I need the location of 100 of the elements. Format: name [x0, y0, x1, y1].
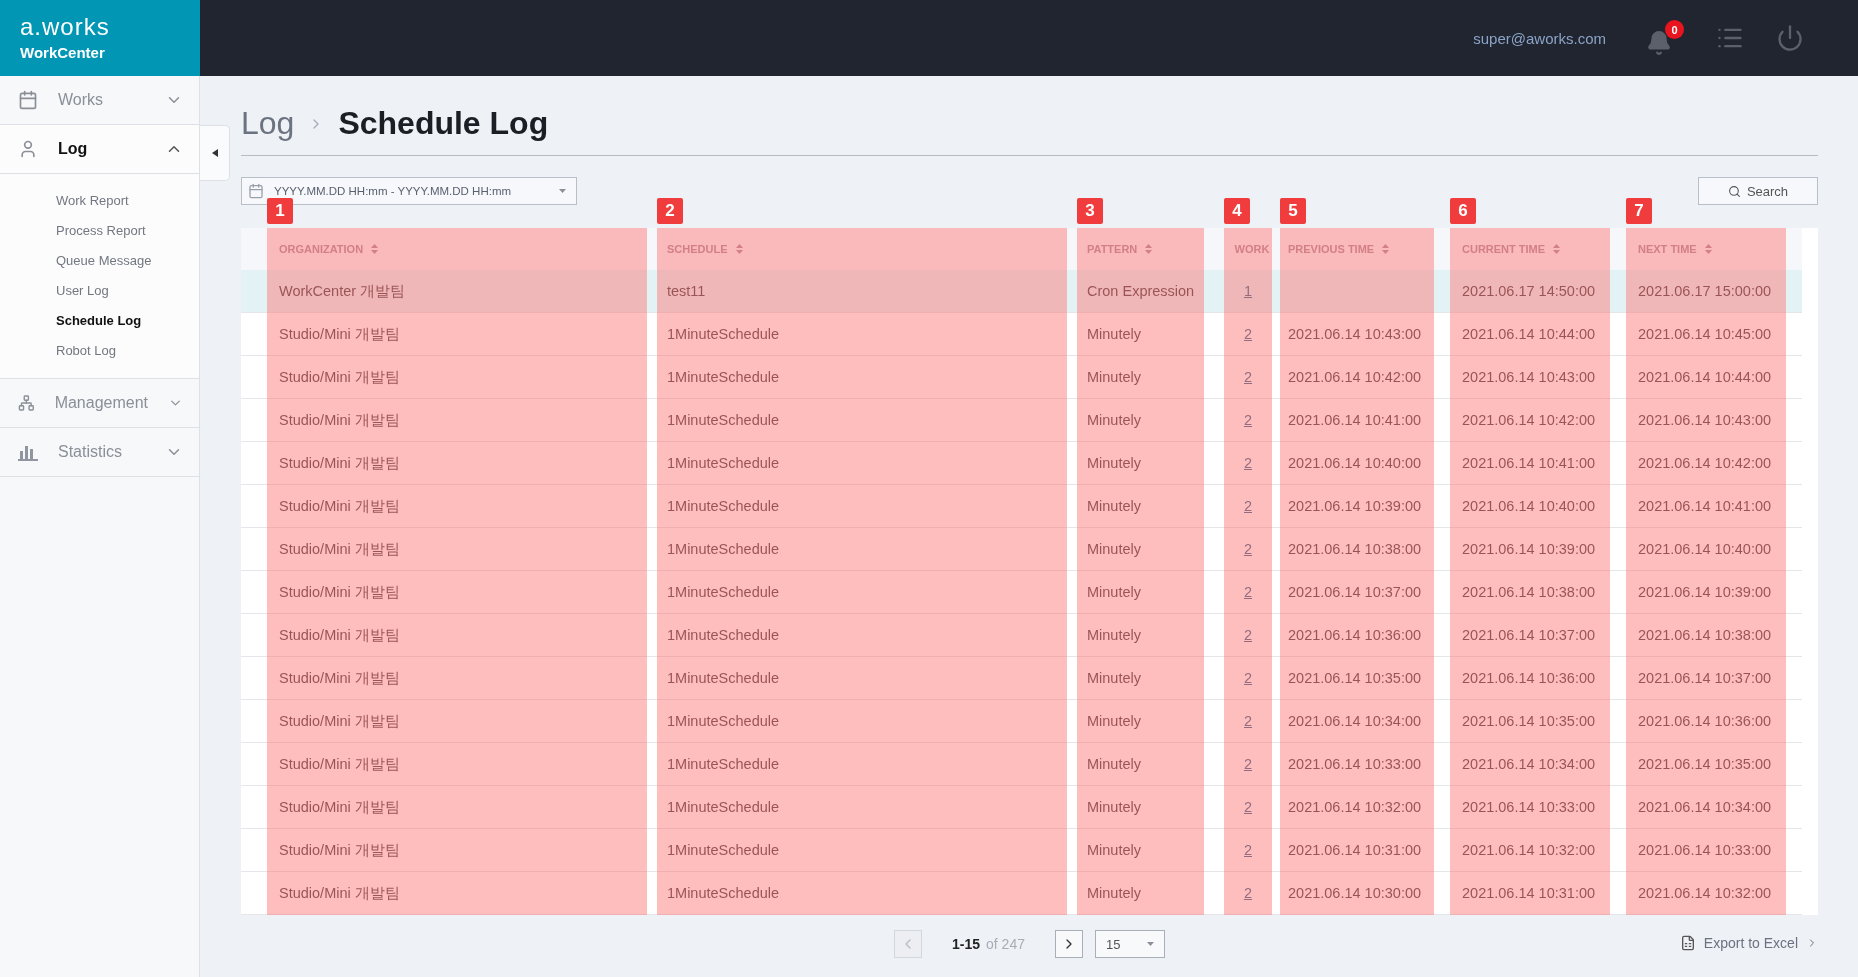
work-link[interactable]: 2 [1243, 541, 1253, 557]
user-email[interactable]: super@aworks.com [1473, 29, 1606, 47]
table-cell: 2021.06.14 10:31:00 [1462, 885, 1596, 901]
work-link[interactable]: 2 [1243, 670, 1253, 686]
caret-down-icon [559, 189, 566, 193]
export-link[interactable]: Export to Excel [1679, 935, 1818, 951]
table-cell: Minutely [1087, 799, 1141, 815]
annotation-number: 5 [1280, 198, 1306, 224]
column-header: WORK [1234, 243, 1270, 255]
nav-item[interactable]: User Log [0, 275, 199, 305]
table-cell: test11 [667, 283, 706, 299]
table-cell: 1MinuteSchedule [667, 885, 780, 901]
table-cell: Studio/Mini 개발팀 [279, 668, 400, 688]
table-cell: 2021.06.14 10:34:00 [1288, 713, 1422, 729]
work-link[interactable]: 2 [1243, 412, 1253, 428]
nav-group[interactable]: Log [0, 125, 199, 174]
date-range-input[interactable]: YYYY.MM.DD HH:mm - YYYY.MM.DD HH:mm [272, 184, 551, 198]
annotation-number: 7 [1626, 198, 1652, 224]
nav-item[interactable]: Queue Message [0, 245, 199, 275]
table-cell: 1MinuteSchedule [667, 842, 780, 858]
work-link[interactable]: 2 [1243, 326, 1253, 342]
work-link[interactable]: 1 [1243, 283, 1253, 299]
table-cell: 1MinuteSchedule [667, 326, 780, 342]
table-cell: 2021.06.14 10:42:00 [1638, 455, 1772, 471]
work-link[interactable]: 2 [1243, 369, 1253, 385]
work-link[interactable]: 2 [1243, 627, 1253, 643]
nav-item[interactable]: Robot Log [0, 335, 199, 365]
table-cell: 2021.06.14 10:39:00 [1638, 584, 1772, 600]
table-cell: 2021.06.14 10:40:00 [1288, 455, 1422, 471]
table-cell: Minutely [1087, 584, 1141, 600]
work-link[interactable]: 2 [1243, 842, 1253, 858]
table-cell: 2021.06.14 10:41:00 [1462, 455, 1596, 471]
table-cell: 2021.06.14 10:44:00 [1638, 369, 1772, 385]
sort-icon[interactable] [735, 244, 743, 254]
table-cell: 2021.06.14 10:38:00 [1288, 541, 1422, 557]
table-cell: 2021.06.14 10:44:00 [1462, 326, 1596, 342]
table-cell: 2021.06.14 10:43:00 [1462, 369, 1596, 385]
table-cell: 2021.06.14 10:38:00 [1462, 584, 1596, 600]
table-cell: Studio/Mini 개발팀 [279, 883, 400, 903]
table-cell: Minutely [1087, 885, 1141, 901]
table-cell: Minutely [1087, 842, 1141, 858]
calendar-icon [18, 90, 38, 110]
work-link[interactable]: 2 [1243, 885, 1253, 901]
work-link[interactable]: 2 [1243, 455, 1253, 471]
table-cell: Studio/Mini 개발팀 [279, 496, 400, 516]
next-page-button[interactable] [1055, 930, 1083, 958]
table-cell: Minutely [1087, 670, 1141, 686]
annotation-number: 6 [1450, 198, 1476, 224]
work-link[interactable]: 2 [1243, 498, 1253, 514]
page-size-select[interactable]: 15 [1095, 930, 1165, 958]
sort-icon[interactable] [1704, 244, 1712, 254]
table-cell: 1MinuteSchedule [667, 670, 780, 686]
work-link[interactable]: 2 [1243, 799, 1253, 815]
table-cell: 1MinuteSchedule [667, 627, 780, 643]
table-cell: 2021.06.14 10:38:00 [1638, 627, 1772, 643]
export-label: Export to Excel [1703, 935, 1798, 951]
sort-icon[interactable] [1145, 244, 1153, 254]
power-button[interactable] [1776, 24, 1804, 52]
breadcrumb-link[interactable]: Log [241, 105, 295, 142]
date-range-field[interactable]: YYYY.MM.DD HH:mm - YYYY.MM.DD HH:mm [241, 177, 577, 205]
table-cell: 2021.06.14 10:34:00 [1462, 756, 1596, 772]
table-cell: Minutely [1087, 498, 1141, 514]
nav-item[interactable]: Work Report [0, 185, 199, 215]
notification-count: 0 [1665, 20, 1684, 39]
table-cell: 2021.06.14 10:32:00 [1638, 885, 1772, 901]
table-cell: 2021.06.14 10:37:00 [1462, 627, 1596, 643]
sort-icon[interactable] [1382, 244, 1390, 254]
bell-icon [1646, 30, 1672, 56]
table-row[interactable]: WorkCenter 개발팀 test11 Cron Expression 1 2021.06.17 14:50:00 2021.06.17 15:00:00 [241, 270, 1802, 313]
table-cell: 1MinuteSchedule [667, 412, 780, 428]
annotation-number: 2 [657, 198, 683, 224]
work-link[interactable]: 2 [1243, 756, 1253, 772]
search-button[interactable]: Search [1698, 177, 1818, 205]
table-cell: 1MinuteSchedule [667, 799, 780, 815]
work-link[interactable]: 2 [1243, 584, 1253, 600]
bar-chart-icon [18, 443, 38, 461]
sort-icon[interactable] [371, 244, 379, 254]
nav-item[interactable]: Process Report [0, 215, 199, 245]
product-name: WorkCenter [20, 44, 106, 61]
work-link[interactable]: 2 [1243, 713, 1253, 729]
table-cell: 2021.06.14 10:40:00 [1462, 498, 1596, 514]
calendar-icon [248, 183, 264, 199]
table-cell: 2021.06.14 10:45:00 [1638, 326, 1772, 342]
table-cell: 1MinuteSchedule [667, 369, 780, 385]
table-cell: 2021.06.14 10:33:00 [1462, 799, 1596, 815]
page-title: Schedule Log [338, 105, 549, 142]
nav-item[interactable]: Schedule Log [0, 305, 199, 335]
notifications-button[interactable]: 0 [1646, 20, 1684, 56]
table-cell: 2021.06.14 10:33:00 [1638, 842, 1772, 858]
table-cell: Minutely [1087, 756, 1141, 772]
sort-icon[interactable] [1553, 244, 1561, 254]
page-range: 1-15 [952, 936, 981, 952]
table-cell: 1MinuteSchedule [667, 756, 780, 772]
power-icon [1776, 24, 1804, 52]
table-cell: 2021.06.14 10:35:00 [1288, 670, 1422, 686]
table-cell: Studio/Mini 개발팀 [279, 797, 400, 817]
collapse-sidebar-button[interactable] [200, 125, 230, 181]
table-cell: Studio/Mini 개발팀 [279, 625, 400, 645]
table-cell: Minutely [1087, 627, 1141, 643]
annotation-number: 4 [1224, 198, 1250, 224]
